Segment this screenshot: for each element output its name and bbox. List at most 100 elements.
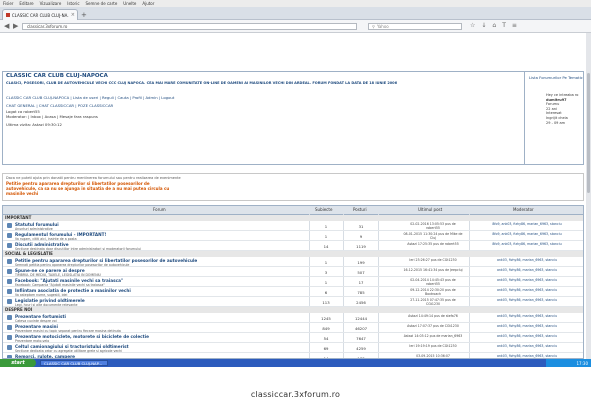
forum-icon: [7, 259, 12, 264]
user-info-line: Hey ce intreaba ro: [546, 93, 579, 97]
moderator-links[interactable]: Moderator: | Inbox | Acasa | Mesaje fara…: [6, 114, 98, 119]
start-button[interactable]: start: [0, 359, 36, 367]
notice-box: Daca ne puteti ajuta prin donatii pentru…: [2, 173, 584, 201]
header-moderator: Moderator: [513, 207, 534, 212]
menu-history[interactable]: Istoric: [67, 1, 79, 6]
user-info-block: Hey ce intreaba ro dumitru97 Forumu 22 a…: [546, 93, 578, 125]
forum-table: Forum Subiecte Posturi Ultimul post Mode…: [2, 205, 584, 359]
forum-nav-links[interactable]: CLASSIC CAR CLUB CLUJ-NAPOCA | Lista de …: [6, 95, 174, 100]
table-row[interactable]: Petitie pentru apararea drepturilor si l…: [3, 257, 583, 267]
topic-count: 3: [324, 270, 328, 275]
forum-icon: [7, 279, 12, 284]
menu-icon[interactable]: ≡: [512, 22, 517, 29]
forum-icon: [7, 345, 12, 350]
section-name: SOCIAL & LEGISLATIE: [5, 251, 53, 256]
moderators[interactable]: ank03, fizhy86, marian_6963, stanciu: [473, 268, 581, 272]
new-tab-icon[interactable]: +: [81, 11, 87, 19]
last-post[interactable]: Ieri 23:26:27 pus de CGt1230: [403, 258, 463, 262]
header-last-post: Ultimul post: [418, 207, 443, 212]
last-post[interactable]: 02-02-2016 13:05:53 pus de robert55: [403, 222, 463, 230]
forward-icon[interactable]: ▶: [13, 23, 18, 30]
moderators[interactable]: ank03, fizhy86, marian_6963, stanciu: [473, 324, 581, 328]
moderators[interactable]: ank03, fizhy86, marian_6963, stanciu: [473, 354, 581, 358]
moderators[interactable]: ank03, fizhy86, marian_6963, stanciu: [473, 344, 581, 348]
address-bar[interactable]: classicar.3xforum.ro: [22, 23, 357, 30]
table-row[interactable]: Regulamentul forumului - IMPORTANT! Va r…: [3, 231, 583, 241]
moderators[interactable]: ank03, fizhy86, marian_6963, stanciu: [473, 278, 581, 282]
downloads-icon[interactable]: ↓: [481, 22, 486, 29]
moderators[interactable]: 8fo9, ank03, fizhy86, marian_6963, stanc…: [473, 222, 581, 226]
menu-file[interactable]: Fisier: [3, 1, 13, 6]
table-row[interactable]: Discutii administrative Sectiune destina…: [3, 241, 583, 251]
menu-edit[interactable]: Editare: [19, 1, 33, 6]
table-row[interactable]: Prezentare masini Prezentare masini cu t…: [3, 323, 583, 333]
navigation-bar: ◀ ▶ classicar.3xforum.ro ⚲ Yahoo ☆ ↓ ⌂ T…: [0, 20, 591, 33]
url-text: classicar.3xforum.ro: [27, 24, 68, 29]
last-post[interactable]: 02-04-2014 14:45:43 pus de robert55: [403, 278, 463, 286]
post-count: 46207: [354, 326, 368, 331]
last-post[interactable]: 08-01-2015 11:30:24 pus de Mike de Cluj: [403, 232, 463, 240]
search-box[interactable]: ⚲ Yahoo: [368, 23, 462, 30]
table-row[interactable]: Infiintam asociatia de protectie a masin…: [3, 287, 583, 297]
forum-description: CLASICI, POSESORI, CLUB DE AUTOVEHICULE …: [6, 81, 398, 85]
vertical-scrollbar[interactable]: [586, 33, 591, 359]
taskbar-window-button[interactable]: CLASSIC CAR CLUB CLUJ-NAP...: [40, 360, 108, 366]
home-icon[interactable]: ⌂: [492, 22, 496, 29]
forum-chat-links[interactable]: CHAT GENERAL | CHAT CLASSICCAR | POZE CL…: [6, 103, 113, 108]
last-post[interactable]: Ieri 19:19:19 pus de CGt1230: [403, 344, 463, 348]
browser-tab[interactable]: CLASSIC CAR CLUB CLUJ-NA... ×: [2, 9, 78, 20]
translate-icon[interactable]: T: [502, 22, 506, 29]
last-post[interactable]: 09-12-2014 22:30:20 pus de Boxtroach: [403, 288, 463, 296]
browser-viewport: CLASSIC CAR CLUB CLUJ-NAPOCA CLASICI, PO…: [0, 33, 591, 359]
table-row[interactable]: Celtul camionagiului si tractoristului o…: [3, 343, 583, 353]
forum-icon: [7, 335, 12, 340]
table-row[interactable]: Prezentare motociclete, motorete si bici…: [3, 333, 583, 343]
forum-list-link[interactable]: Lista Forumurilor Pe Tematic: [529, 75, 583, 80]
menu-tools[interactable]: Unelte: [123, 1, 136, 6]
forum-title[interactable]: CLASSIC CAR CLUB CLUJ-NAPOCA: [6, 73, 108, 79]
menu-help[interactable]: Ajutor: [142, 1, 154, 6]
right-panel: Lista Forumurilor Pe Tematic Hey ce intr…: [524, 72, 584, 164]
moderators[interactable]: ank03, fizhy86, marian_6963, stanciu: [473, 258, 581, 262]
table-row[interactable]: Statutul forumului Anunturi administrati…: [3, 221, 583, 231]
last-post[interactable]: Astazi 14:03:12 pus de marian_6963: [403, 334, 463, 338]
bookmark-star-icon[interactable]: ☆: [470, 22, 475, 29]
table-row[interactable]: Prezentare fortumisti Cateva cuvinte des…: [3, 313, 583, 323]
table-row[interactable]: Legislatie privind oldtimerele Legi, hcu…: [3, 297, 583, 307]
last-post[interactable]: Astazi 14:49:14 pus de stefa76: [403, 314, 463, 318]
section-name: IMPORTANT: [5, 215, 32, 220]
moderators[interactable]: ank03, fizhy86, marian_6963, stanciu: [473, 334, 581, 338]
back-icon[interactable]: ◀: [4, 23, 9, 30]
table-row[interactable]: Facebook: "Ajutati masinile vechi sa tra…: [3, 277, 583, 287]
last-post[interactable]: 27-11-2015 07:47:35 pus de CGt1230: [403, 298, 463, 306]
last-post[interactable]: Astazi 17:25:35 pus de robert55: [403, 242, 463, 246]
topic-count: 113: [322, 300, 330, 305]
moderators[interactable]: 8fo9, ank03, fizhy86, marian_6963, stanc…: [473, 232, 581, 236]
post-count: 12444: [354, 316, 368, 321]
menu-bookmarks[interactable]: Semne de carte: [86, 1, 118, 6]
image-caption: classiccar.3xforum.ro: [250, 390, 341, 399]
petition-warning[interactable]: Petitie pentru apararea drepturilor si l…: [6, 181, 176, 196]
last-post[interactable]: Astazi 17:07:37 pus de CGt1230: [403, 324, 463, 328]
post-count: 785: [357, 290, 365, 295]
scrollbar-thumb[interactable]: [587, 73, 590, 193]
moderators[interactable]: ank03, fizhy86, marian_6963, stanciu: [473, 298, 581, 302]
table-row[interactable]: Spune-ne ce parere ai despre TIMBRUL DE …: [3, 267, 583, 277]
header-posts: Posturi: [353, 207, 367, 212]
forum-icon: [7, 289, 12, 294]
moderators[interactable]: ank03, fizhy86, marian_6963, stanciu: [473, 288, 581, 292]
post-count: 4259: [356, 346, 366, 351]
last-post[interactable]: 03-09-2015 10:36:07: [403, 354, 463, 358]
menu-view[interactable]: Vizualizare: [40, 1, 62, 6]
close-tab-icon[interactable]: ×: [71, 12, 75, 18]
topic-count: 1: [324, 260, 328, 265]
topic-count: 69: [323, 346, 329, 351]
moderators[interactable]: 8fo9, ank03, fizhy86, marian_6963, stanc…: [473, 242, 581, 246]
topic-count: 6: [324, 290, 328, 295]
last-post[interactable]: 16-12-2015 16:41:34 pus de Jeepcluj: [403, 268, 463, 272]
moderators[interactable]: ank03, fizhy86, marian_6963, stanciu: [473, 314, 581, 318]
search-placeholder: Yahoo: [376, 24, 389, 29]
web-page: CLASSIC CAR CLUB CLUJ-NAPOCA CLASICI, PO…: [0, 33, 586, 359]
post-count: 199: [357, 260, 365, 265]
toolbar-icons: ☆ ↓ ⌂ T ≡: [470, 22, 517, 29]
